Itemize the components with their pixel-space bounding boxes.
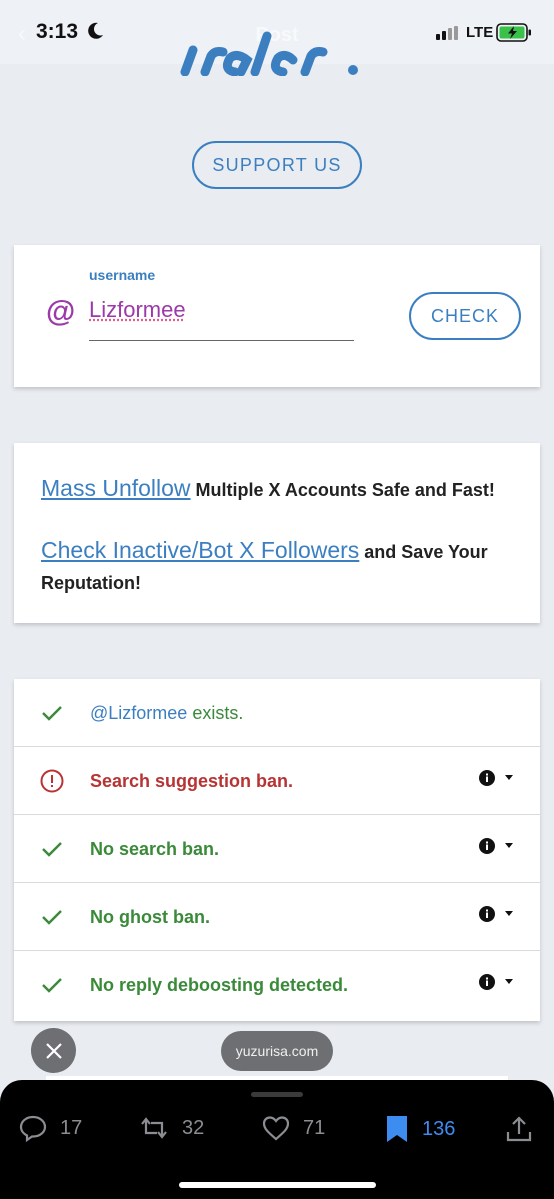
repost-button[interactable]: 32 (138, 1114, 204, 1142)
mass-unfollow-link[interactable]: Mass Unfollow (41, 475, 191, 501)
close-button[interactable] (31, 1028, 76, 1073)
chevron-down-icon[interactable] (505, 979, 513, 984)
result-row[interactable]: Search suggestion ban. (14, 747, 540, 815)
check-icon (42, 842, 62, 857)
result-row-exists: @Lizformee exists. (14, 679, 540, 747)
info-icon[interactable] (478, 973, 496, 991)
site-logo (0, 30, 554, 76)
promo-text-1: Multiple X Accounts Safe and Fast! (190, 480, 495, 500)
home-indicator (179, 1182, 376, 1188)
reply-button[interactable]: 17 (18, 1114, 82, 1142)
reply-count: 17 (60, 1116, 83, 1139)
info-icon[interactable] (478, 905, 496, 923)
username-card: @ username Lizformee CHECK (14, 245, 540, 387)
check-button[interactable]: CHECK (409, 292, 521, 340)
result-text: Search suggestion ban. (90, 771, 294, 791)
result-row[interactable]: No reply deboosting detected. (14, 951, 540, 1019)
check-inactive-link[interactable]: Check Inactive/Bot X Followers (41, 537, 359, 563)
info-icon[interactable] (478, 837, 496, 855)
promo-line-2: Check Inactive/Bot X Followers and Save … (41, 535, 520, 599)
bookmark-icon (387, 1116, 407, 1142)
check-icon (42, 706, 62, 721)
results-card: @Lizformee exists. Search suggestion ban… (14, 679, 540, 1021)
chevron-down-icon[interactable] (505, 911, 513, 916)
result-row[interactable]: No search ban. (14, 815, 540, 883)
exists-text: exists. (187, 703, 244, 723)
like-button[interactable]: 71 (261, 1114, 325, 1142)
username-input[interactable]: Lizformee (89, 297, 354, 341)
heart-icon (262, 1116, 290, 1141)
reply-icon (19, 1115, 47, 1142)
drag-handle[interactable] (251, 1092, 303, 1097)
username-label: username (89, 267, 156, 283)
alert-circle-icon (40, 769, 64, 793)
result-text: No reply deboosting detected. (90, 975, 349, 995)
domain-pill[interactable]: yuzurisa.com (221, 1031, 333, 1071)
repost-count: 32 (182, 1116, 205, 1139)
result-row[interactable]: No ghost ban. (14, 883, 540, 951)
check-icon (42, 978, 62, 993)
chevron-down-icon[interactable] (505, 843, 513, 848)
promo-card: Mass Unfollow Multiple X Accounts Safe a… (14, 443, 540, 623)
result-text: No ghost ban. (90, 907, 210, 927)
share-icon (506, 1116, 532, 1142)
chevron-down-icon[interactable] (505, 775, 513, 780)
support-us-button[interactable]: SUPPORT US (192, 141, 362, 189)
bookmark-count: 136 (422, 1117, 456, 1140)
result-text: @Lizformee exists. (90, 703, 243, 724)
handle-text: @Lizformee (90, 703, 188, 723)
share-button[interactable] (505, 1114, 533, 1144)
repost-icon (141, 1117, 167, 1139)
at-icon: @ (46, 295, 76, 328)
username-value: Lizformee (89, 297, 186, 322)
info-icon[interactable] (478, 769, 496, 787)
bookmark-button[interactable]: 136 (384, 1114, 455, 1144)
promo-line-1: Mass Unfollow Multiple X Accounts Safe a… (41, 473, 520, 506)
like-count: 71 (303, 1116, 326, 1139)
result-text: No search ban. (90, 839, 220, 859)
check-icon (42, 910, 62, 925)
close-icon (45, 1042, 62, 1059)
